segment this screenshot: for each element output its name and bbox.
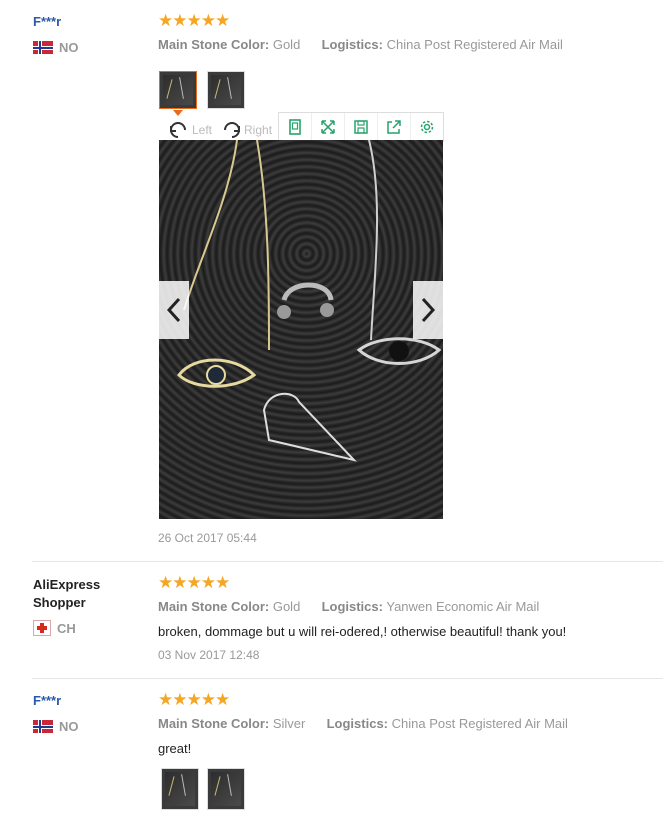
prop-label: Main Stone Color: [158,37,270,52]
settings-icon [420,120,434,134]
star-rating: ★★★★★ [158,11,230,30]
fullscreen-icon [321,120,335,134]
review-divider [32,561,663,562]
rotate-right-icon [224,122,241,138]
fit-icon [289,119,301,135]
settings-button[interactable] [411,113,443,141]
thumbnail-selected-caret [173,110,183,116]
review-date: 26 Oct 2017 05:44 [158,531,257,545]
jewelry-photo-illustration [177,140,442,462]
reviewer-country: NO [33,40,79,55]
reviewer-name: F***r [33,14,62,29]
save-icon [354,120,368,134]
review-photo-thumbnail[interactable] [207,768,245,810]
prop-value: Gold [272,37,301,52]
prop-value: China Post Registered Air Mail [386,37,563,52]
rotate-left-button[interactable]: Left [168,120,212,140]
save-button[interactable] [345,113,378,141]
star-rating: ★★★★★ [158,690,230,709]
fullscreen-button[interactable] [312,113,345,141]
review-properties: Main Stone Color: Gold Logistics: China … [158,37,563,52]
rotate-left-label: Left [192,123,213,137]
rotate-left-icon [170,122,186,138]
switzerland-flag-icon [33,620,51,636]
review-photo-thumbnail[interactable] [207,71,245,109]
review-properties: Main Stone Color: Silver Logistics: Chin… [158,716,568,731]
country-code: NO [59,40,79,55]
review-photo-viewer[interactable] [159,140,443,519]
norway-flag-icon [33,720,53,733]
rotate-right-label: Right [244,123,273,137]
rotate-right-button[interactable]: Right [220,120,272,140]
prop-value: Silver [272,716,306,731]
prop-label: Logistics: [321,599,383,614]
next-photo-button[interactable] [413,281,443,339]
prop-label: Logistics: [321,37,383,52]
prop-value: China Post Registered Air Mail [391,716,568,731]
prop-label: Logistics: [326,716,389,731]
review-photo-thumbnail[interactable] [161,768,199,810]
chevron-left-icon [167,297,181,323]
chevron-right-icon [421,297,435,323]
prop-value: Gold [272,599,301,614]
reviewer-country: CH [33,620,76,636]
reviewer-name: F***r [33,693,62,708]
review-divider [32,678,663,679]
prop-label: Main Stone Color: [158,599,270,614]
review-text: broken, dommage but u will rei-odered,! … [158,624,567,639]
share-icon [387,120,401,134]
prop-label: Main Stone Color: [158,716,270,731]
reviewer-country: NO [33,719,79,734]
fit-button[interactable] [279,113,312,141]
country-code: CH [57,620,76,636]
review-date: 03 Nov 2017 12:48 [158,648,260,662]
review-properties: Main Stone Color: Gold Logistics: Yanwen… [158,599,539,614]
rotate-controls: Left Right [168,120,272,140]
previous-photo-button[interactable] [159,281,189,339]
country-code: NO [59,719,79,734]
share-button[interactable] [378,113,411,141]
review-photo-thumbnail[interactable] [159,71,197,109]
star-rating: ★★★★★ [158,573,230,592]
reviewer-name: AliExpress Shopper [33,577,101,610]
image-toolbar [278,112,444,142]
prop-value: Yanwen Economic Air Mail [386,599,540,614]
norway-flag-icon [33,41,53,54]
review-text: great! [158,741,192,756]
